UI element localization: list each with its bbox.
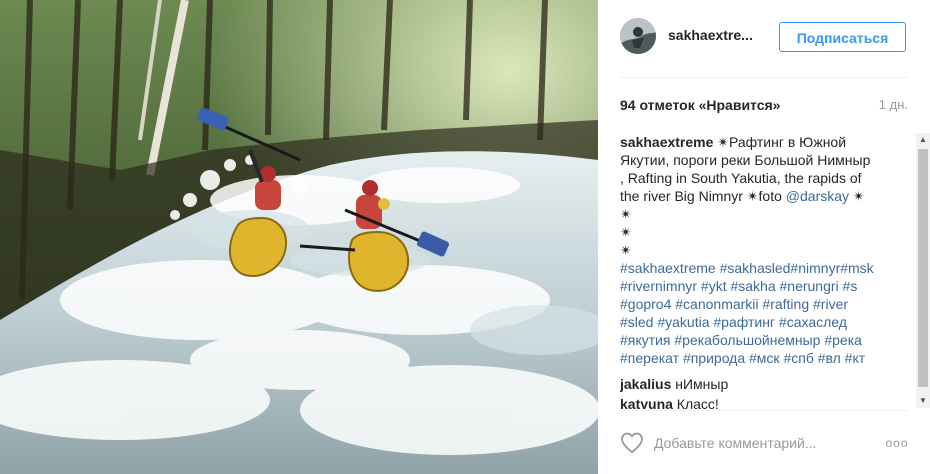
hashtag-line[interactable]: #gopro4 #canonmarkii #rafting #river <box>620 295 902 313</box>
post-photo[interactable] <box>0 0 598 474</box>
mention-link[interactable]: @darskay <box>786 188 849 204</box>
heart-icon[interactable] <box>620 432 644 454</box>
hashtag-line[interactable]: #sakhaextreme #sakhasled#nimnyr#msk <box>620 259 902 277</box>
comments-scrollbar[interactable]: ▲ ▼ <box>916 133 930 408</box>
comment-author[interactable]: katyuna <box>620 396 673 409</box>
avatar-image <box>620 18 656 54</box>
caption-text-line: , Rafting in South Yakutia, the rapids o… <box>620 170 862 186</box>
scroll-up-arrow-icon[interactable]: ▲ <box>916 133 930 147</box>
header-divider <box>620 77 908 78</box>
likes-count[interactable]: 94 отметок «Нравится» <box>620 97 780 113</box>
caption-author[interactable]: sakhaextreme <box>620 134 713 150</box>
footer-divider <box>620 410 908 411</box>
comment-author[interactable]: jakalius <box>620 376 671 392</box>
caption-text-line: Якутии, пороги реки Большой Нимныр <box>620 152 871 168</box>
comment-text: нИмныр <box>671 376 729 392</box>
hashtag-line[interactable]: #перекат #природа #мск #спб #вл #кт <box>620 349 902 367</box>
post-timestamp[interactable]: 1 дн. <box>879 97 908 112</box>
scroll-down-arrow-icon[interactable]: ▼ <box>916 394 930 408</box>
follow-button[interactable]: Подписаться <box>779 22 906 52</box>
caption-text-fragment: ✴ <box>849 188 865 204</box>
rafting-photo-image <box>0 0 598 474</box>
scrollbar-thumb[interactable] <box>918 149 928 387</box>
heart-icon-shape <box>621 432 643 454</box>
comment-item: jakalius нИмныр <box>620 375 902 393</box>
caption-star: ✴ <box>620 224 632 240</box>
caption: sakhaextreme ✴Рафтинг в Южной Якутии, по… <box>620 133 902 367</box>
hashtag-line[interactable]: #rivernimnyr #ykt #sakha #nerungri #s <box>620 277 902 295</box>
more-options-icon[interactable]: ооо <box>884 434 910 452</box>
caption-text-line: the river Big Nimnyr ✴foto @darskay ✴ <box>620 187 902 205</box>
likes-row: 94 отметок «Нравится» 1 дн. <box>620 97 908 115</box>
comment-text: Класс! <box>672 396 719 409</box>
caption-text-line: ✴Рафтинг в Южной <box>713 134 847 150</box>
hashtag-line[interactable]: #якутия #рекабольшойнемныр #река <box>620 331 902 349</box>
comment-input[interactable] <box>654 432 874 454</box>
profile-avatar[interactable] <box>620 18 656 54</box>
post-details-panel: sakhaextre... Подписаться 94 отметок «Нр… <box>598 0 930 474</box>
caption-text-fragment: the river Big Nimnyr ✴foto <box>620 188 786 204</box>
caption-star: ✴ <box>620 206 632 222</box>
comments-list[interactable]: sakhaextreme ✴Рафтинг в Южной Якутии, по… <box>620 133 902 409</box>
comment-footer: ооо <box>598 424 930 464</box>
post-username[interactable]: sakhaextre... <box>668 27 753 43</box>
post-header: sakhaextre... Подписаться <box>598 0 930 77</box>
comment-item: katyuna Класс! <box>620 395 902 409</box>
hashtag-line[interactable]: #sled #yakutia #рафтинг #сахаслед <box>620 313 902 331</box>
caption-star: ✴ <box>620 242 632 258</box>
